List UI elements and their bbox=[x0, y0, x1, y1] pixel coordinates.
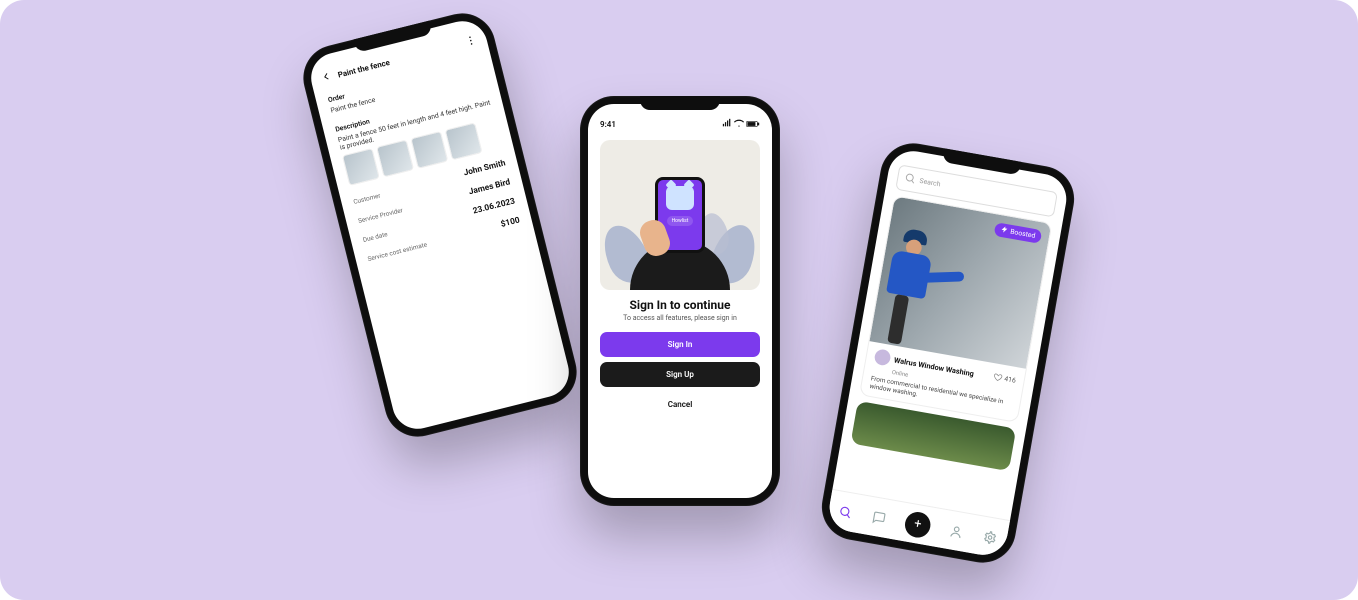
signin-subtitle: To access all features, please sign in bbox=[588, 314, 772, 322]
mascot-icon bbox=[666, 186, 694, 210]
thumbnail[interactable] bbox=[445, 122, 483, 160]
due-label: Due date bbox=[362, 230, 388, 244]
likes-count[interactable]: 416 bbox=[993, 372, 1017, 386]
search-placeholder: Search bbox=[919, 177, 941, 188]
listing-photo-subject bbox=[877, 227, 965, 355]
signin-button[interactable]: Sign In bbox=[600, 332, 760, 357]
thumbnail[interactable] bbox=[342, 148, 380, 186]
nav-settings-icon[interactable] bbox=[981, 528, 999, 546]
boosted-badge: Boosted bbox=[994, 222, 1043, 244]
thumbnail[interactable] bbox=[376, 139, 414, 177]
phone-order-detail: Paint the fence Order Paint the fence De… bbox=[296, 6, 583, 443]
customer-label: Customer bbox=[353, 192, 382, 206]
cost-value: $100 bbox=[500, 216, 521, 230]
back-icon[interactable] bbox=[319, 69, 334, 85]
nav-profile-icon[interactable] bbox=[947, 522, 965, 540]
signin-title: Sign In to continue bbox=[588, 298, 772, 312]
status-indicators bbox=[722, 118, 760, 130]
bottom-nav: + bbox=[826, 489, 1010, 559]
heart-icon bbox=[993, 372, 1004, 384]
nav-chat-icon[interactable] bbox=[870, 508, 888, 526]
more-icon[interactable] bbox=[464, 33, 479, 49]
avatar bbox=[873, 348, 891, 366]
order-screen: Paint the fence Order Paint the fence De… bbox=[306, 16, 574, 434]
signin-screen: 9:41 Howlist Sign In to continue bbox=[588, 104, 772, 498]
showcase-stage: Paint the fence Order Paint the fence De… bbox=[0, 0, 1358, 600]
app-name-badge: Howlist bbox=[667, 216, 694, 226]
search-icon bbox=[903, 171, 917, 187]
likes-value: 416 bbox=[1004, 375, 1017, 385]
listing-hero: Boosted bbox=[869, 196, 1051, 368]
thumbnail[interactable] bbox=[410, 131, 448, 169]
phone-signin: 9:41 Howlist Sign In to continue bbox=[580, 96, 780, 506]
status-time: 9:41 bbox=[600, 120, 616, 129]
phone-feed: Search Boosted bbox=[817, 138, 1080, 568]
nav-add-button[interactable]: + bbox=[903, 510, 933, 540]
nav-search-icon[interactable] bbox=[837, 503, 855, 521]
phone-notch bbox=[640, 96, 720, 110]
bolt-icon bbox=[1000, 225, 1009, 236]
badge-text: Boosted bbox=[1010, 228, 1036, 240]
feed-screen: Search Boosted bbox=[826, 147, 1071, 559]
listing-card[interactable]: Boosted Walrus Window Washing bbox=[859, 195, 1053, 423]
cancel-button[interactable]: Cancel bbox=[600, 392, 760, 417]
signup-button[interactable]: Sign Up bbox=[600, 362, 760, 387]
signin-illustration: Howlist bbox=[600, 140, 760, 290]
